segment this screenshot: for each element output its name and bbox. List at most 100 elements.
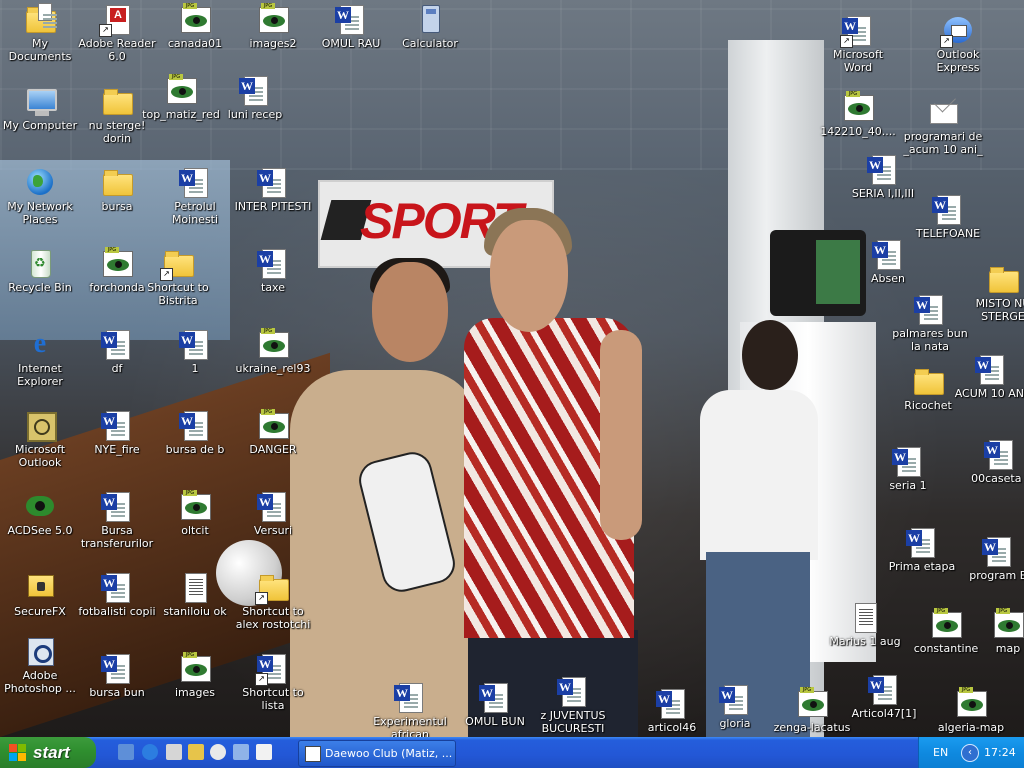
desktop-icon[interactable]: Wbursa de b bbox=[155, 409, 235, 456]
start-button[interactable]: start bbox=[0, 737, 96, 768]
word-document-icon: W bbox=[932, 193, 964, 225]
desktop-icon[interactable]: W OMUL BUN bbox=[455, 681, 535, 728]
desktop-icon-label: algeria-map bbox=[937, 721, 1005, 734]
desktop-icon[interactable]: W OMUL RAU bbox=[311, 3, 391, 50]
desktop-icon-label: Articol47[1] bbox=[851, 707, 917, 720]
desktop-icon[interactable]: Wfotbalisti copii bbox=[77, 571, 157, 618]
desktop-icon[interactable]: JPG DANGER bbox=[233, 409, 313, 456]
desktop-icon[interactable]: JPG map bbox=[968, 608, 1024, 655]
taskbar-window-button[interactable]: Daewoo Club (Matiz, ... bbox=[298, 740, 456, 767]
desktop-icon[interactable]: W Versuri bbox=[233, 490, 313, 537]
quicklaunch-email-icon[interactable] bbox=[233, 744, 249, 760]
desktop-icon[interactable]: W TELEFOANE bbox=[908, 193, 988, 240]
desktop-icon-label: ACUM 10 ANI bbox=[954, 387, 1024, 400]
desktop-icon-label: nu sterge! dorin bbox=[88, 119, 146, 145]
desktop-icon-label: Versuri bbox=[253, 524, 293, 537]
desktop-icon[interactable]: JPG oltcit bbox=[155, 490, 235, 537]
desktop-icon[interactable]: e Internet Explorer bbox=[0, 328, 80, 389]
desktop-icon[interactable]: Adobe Photoshop ... bbox=[0, 635, 80, 695]
desktop-icon[interactable]: Calculator bbox=[390, 3, 470, 50]
desktop-icon[interactable]: JPG algeria-map bbox=[931, 687, 1011, 734]
desktop-icon-label: map bbox=[995, 642, 1021, 655]
desktop-icon[interactable]: Wz JUVENTUS BUCURESTI bbox=[533, 675, 613, 735]
desktop-icon[interactable]: Wgloria bbox=[695, 683, 775, 730]
desktop-icon[interactable]: W NYE_fire bbox=[77, 409, 157, 456]
desktop-icon[interactable]: Recycle Bin bbox=[0, 247, 80, 294]
quicklaunch-messenger-icon[interactable] bbox=[210, 744, 226, 760]
desktop-icon[interactable]: Microsoft Outlook bbox=[0, 409, 80, 469]
desktop-icon-label: My Network Places bbox=[7, 200, 73, 226]
desktop-icon[interactable]: W Bursa transferurilor bbox=[77, 490, 157, 550]
desktop-icon[interactable]: JPG 142210_40.... bbox=[818, 91, 898, 138]
desktop-icon[interactable]: nu sterge! dorin bbox=[77, 85, 157, 145]
desktop-icon[interactable]: Wtaxe bbox=[233, 247, 313, 294]
desktop-wallpaper[interactable]: SPORT My Documents↗Adobe Reader 6.0JPGca… bbox=[0, 0, 1024, 737]
word-document-icon: W bbox=[239, 74, 271, 106]
desktop-icon[interactable]: My Documents bbox=[0, 3, 80, 63]
word-document-icon: W bbox=[101, 490, 133, 522]
jpeg-image-icon: JPG bbox=[992, 608, 1024, 640]
jpeg-image-icon: JPG bbox=[257, 3, 289, 35]
desktop-icon[interactable]: W ↗ Shortcut to lista bbox=[233, 652, 313, 712]
calculator-icon bbox=[414, 3, 446, 35]
desktop-icon-label: seria 1 bbox=[889, 479, 927, 492]
desktop-icon[interactable]: JPG ukraine_rel93 bbox=[233, 328, 313, 375]
word-document-icon: W bbox=[257, 490, 289, 522]
desktop-icon[interactable]: JPG canada01 bbox=[155, 3, 235, 50]
desktop-icon-label: fotbalisti copii bbox=[78, 605, 156, 618]
desktop-icon[interactable]: ↗Adobe Reader 6.0 bbox=[77, 3, 157, 63]
desktop-icon-label: OMUL BUN bbox=[465, 715, 525, 728]
desktop-icon[interactable]: W 00caseta f bbox=[960, 438, 1024, 485]
quicklaunch-outlook-express-icon[interactable] bbox=[118, 744, 134, 760]
desktop-icon[interactable]: ↗ Outlook Express bbox=[918, 14, 998, 74]
desktop-icon[interactable]: W Petrolul Moinesti bbox=[155, 166, 235, 226]
folder-icon: ↗ bbox=[160, 247, 194, 281]
word-document-icon: W bbox=[394, 681, 426, 713]
desktop-icon[interactable]: ACDSee 5.0 bbox=[0, 490, 80, 537]
desktop-icon[interactable]: JPG images bbox=[155, 652, 235, 699]
language-indicator[interactable]: EN bbox=[933, 746, 948, 759]
desktop-icon[interactable]: W Prima etapa bbox=[882, 526, 962, 573]
word-document-icon: W bbox=[557, 675, 589, 707]
internet-explorer-icon: e bbox=[33, 328, 47, 359]
desktop-icon[interactable]: My Network Places bbox=[0, 166, 80, 226]
quicklaunch-window-icon[interactable] bbox=[256, 744, 272, 760]
desktop-icon[interactable]: W Absen bbox=[848, 238, 928, 285]
desktop-icon[interactable]: Wdf bbox=[77, 328, 157, 375]
desktop-icon[interactable]: W ACUM 10 ANI bbox=[951, 353, 1024, 400]
quicklaunch-show-desktop-icon[interactable] bbox=[166, 744, 182, 760]
desktop-icon[interactable]: JPG images2 bbox=[233, 3, 313, 50]
desktop-icon[interactable]: programari de _acum 10 ani_ bbox=[903, 96, 983, 156]
desktop-icon[interactable]: Wbursa bun bbox=[77, 652, 157, 699]
desktop-icon[interactable]: MISTO NU STERGE bbox=[963, 263, 1024, 323]
desktop-icon[interactable]: Wpalmares bun la nata bbox=[890, 293, 970, 353]
quicklaunch-internet-explorer-icon[interactable] bbox=[142, 744, 158, 760]
desktop-icon[interactable]: W Articol47[1] bbox=[844, 673, 924, 720]
jpeg-image-icon: JPG bbox=[796, 687, 828, 719]
quicklaunch-media-player-icon[interactable] bbox=[188, 744, 204, 760]
desktop-icon[interactable]: W Experimentul african bbox=[370, 681, 450, 737]
desktop-icon[interactable]: W INTER PITESTI bbox=[233, 166, 313, 213]
desktop-icon-label: canada01 bbox=[167, 37, 223, 50]
desktop-icon[interactable]: staniloiu ok bbox=[155, 571, 235, 618]
show-hidden-icons-icon[interactable]: ‹ bbox=[961, 744, 979, 762]
desktop-icon-label: bursa bbox=[101, 200, 133, 213]
desktop-icon-label: staniloiu ok bbox=[163, 605, 227, 618]
word-document-icon: W bbox=[101, 328, 133, 360]
desktop-icon[interactable]: bursa bbox=[77, 166, 157, 213]
clock[interactable]: 17:24 bbox=[984, 746, 1016, 759]
desktop-icon[interactable]: SecureFX bbox=[0, 571, 80, 618]
desktop-icon[interactable]: ↗ Shortcut to Bistrita bbox=[138, 247, 218, 307]
desktop-icon[interactable]: ↗ Shortcut to alex rostotchi bbox=[233, 571, 313, 631]
desktop-icon[interactable]: W1 bbox=[155, 328, 235, 375]
jpeg-image-icon: JPG bbox=[179, 490, 211, 522]
desktop-icon[interactable]: Wluni recep bbox=[215, 74, 295, 121]
word-document-icon: W bbox=[101, 571, 133, 603]
desktop-icon[interactable]: Marius 1 aug bbox=[825, 601, 905, 648]
pdf-icon: ↗ bbox=[99, 3, 133, 37]
desktop-icon[interactable]: W ↗ Microsoft Word bbox=[818, 14, 898, 74]
desktop-icon[interactable]: JPG zenga-lacatus bbox=[772, 687, 852, 734]
desktop-icon[interactable]: Wprogram E bbox=[958, 535, 1024, 582]
desktop-icon[interactable]: My Computer bbox=[0, 85, 80, 132]
desktop-icon[interactable]: Wseria 1 bbox=[868, 445, 948, 492]
